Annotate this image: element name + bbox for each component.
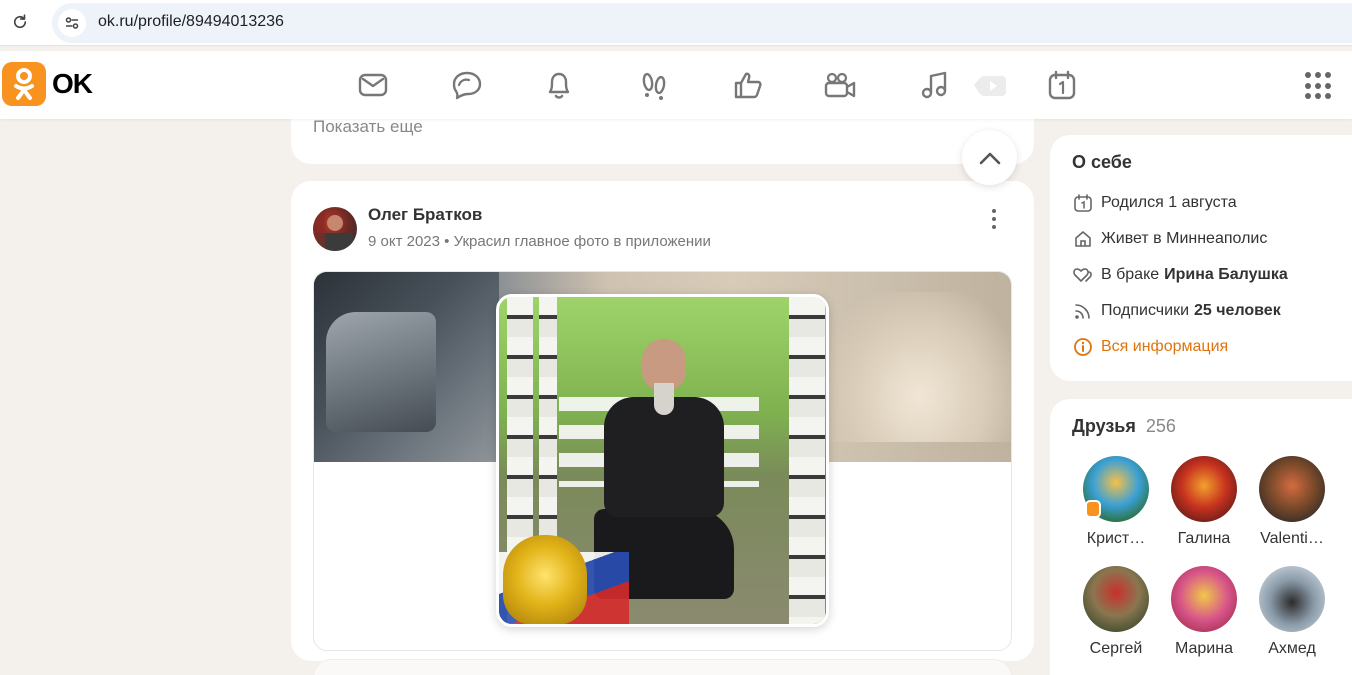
reactions-icon[interactable]: [730, 67, 766, 103]
calendar-icon[interactable]: [1044, 67, 1080, 103]
friend-item[interactable]: Марина: [1164, 566, 1244, 658]
post-author[interactable]: Олег Братков: [368, 205, 482, 225]
profile-photo[interactable]: [496, 294, 829, 627]
marriage-label: В браке: [1101, 266, 1160, 283]
friend-name: Valenti…: [1260, 530, 1324, 547]
ok-logo[interactable]: OK: [2, 62, 93, 106]
meta-separator: •: [444, 233, 450, 250]
address-bar[interactable]: ok.ru/profile/89494013236: [52, 3, 1352, 43]
feed-post: Олег Братков 9 окт 2023 • Украсил главно…: [291, 181, 1034, 661]
coat-of-arms-icon: [503, 535, 587, 624]
friend-item[interactable]: Крист…: [1076, 456, 1156, 548]
friends-card: Друзья 256 Крист… Галина Valenti… Сергей…: [1050, 399, 1352, 675]
friend-avatar: [1259, 456, 1325, 522]
friends-header[interactable]: Друзья 256: [1072, 416, 1176, 437]
post-action: Украсил главное фото в приложении: [453, 233, 711, 250]
all-info-link[interactable]: Вся информация: [1072, 335, 1228, 359]
friend-name: Крист…: [1086, 530, 1146, 547]
about-title: О себе: [1072, 152, 1132, 172]
grid-menu-icon[interactable]: [1305, 72, 1333, 100]
friend-name: Ахмед: [1268, 640, 1316, 657]
friend-avatar: [1083, 456, 1149, 522]
friend-avatar: [1171, 566, 1237, 632]
messages-icon[interactable]: [355, 67, 391, 103]
site-info-icon[interactable]: [58, 9, 86, 37]
calendar-icon: [1072, 192, 1094, 214]
video-icon[interactable]: [822, 67, 858, 103]
friend-name: Марина: [1175, 640, 1233, 657]
show-more-link[interactable]: Показать еще: [313, 117, 423, 137]
hearts-icon: [1072, 264, 1094, 286]
post-media[interactable]: [313, 271, 1012, 651]
reload-icon[interactable]: [8, 10, 32, 34]
friend-name: Галина: [1177, 530, 1231, 547]
scroll-to-top-button[interactable]: [962, 130, 1017, 185]
friend-item[interactable]: Сергей: [1076, 566, 1156, 658]
discussions-icon[interactable]: [449, 67, 485, 103]
more-options-icon[interactable]: [984, 207, 1004, 231]
about-card: О себе Родился 1 августа Живет в Миннеап…: [1050, 135, 1352, 381]
friend-item[interactable]: Valenti…: [1252, 456, 1332, 548]
friend-item[interactable]: Ахмед: [1252, 566, 1332, 658]
friend-item[interactable]: Галина: [1164, 456, 1244, 548]
followers-count-link[interactable]: 25 человек: [1194, 302, 1281, 320]
birthday-text: Родился 1 августа: [1101, 194, 1237, 211]
post-meta: 9 окт 2023 • Украсил главное фото в прил…: [368, 233, 711, 250]
rss-icon: [1072, 300, 1094, 322]
about-city: Живет в Миннеаполис: [1072, 227, 1267, 251]
about-followers: Подписчики 25 человек: [1072, 299, 1281, 323]
home-icon: [1072, 228, 1094, 250]
friend-name: Сергей: [1089, 640, 1143, 657]
logo-text: OK: [52, 68, 93, 99]
info-icon: [1072, 336, 1094, 358]
browser-toolbar: ok.ru/profile/89494013236: [0, 0, 1352, 46]
post-date[interactable]: 9 окт 2023: [368, 233, 440, 250]
url-text: ok.ru/profile/89494013236: [98, 13, 284, 30]
spouse-link[interactable]: Ирина Балушка: [1164, 266, 1288, 284]
next-feed-card: [313, 659, 1012, 675]
music-icon[interactable]: [916, 67, 952, 103]
about-birthday: Родился 1 августа: [1072, 191, 1237, 215]
notifications-icon[interactable]: [541, 67, 577, 103]
chevron-up-icon: [979, 152, 1000, 164]
friends-title: Друзья: [1072, 416, 1136, 436]
video-play-icon[interactable]: [972, 67, 1008, 103]
friends-count: 256: [1145, 416, 1176, 436]
friend-avatar: [1083, 566, 1149, 632]
about-marriage: В браке Ирина Балушка: [1072, 263, 1288, 287]
ok-badge-icon: [1085, 500, 1101, 518]
site-header: OK: [0, 51, 1352, 119]
followers-label: Подписчики: [1101, 302, 1190, 319]
city-text: Живет в Миннеаполис: [1101, 230, 1268, 247]
all-info-text: Вся информация: [1101, 338, 1229, 355]
friend-avatar: [1259, 566, 1325, 632]
guests-icon[interactable]: [636, 67, 672, 103]
ok-logo-icon: [2, 62, 46, 106]
friend-avatar: [1171, 456, 1237, 522]
author-avatar[interactable]: [313, 207, 357, 251]
